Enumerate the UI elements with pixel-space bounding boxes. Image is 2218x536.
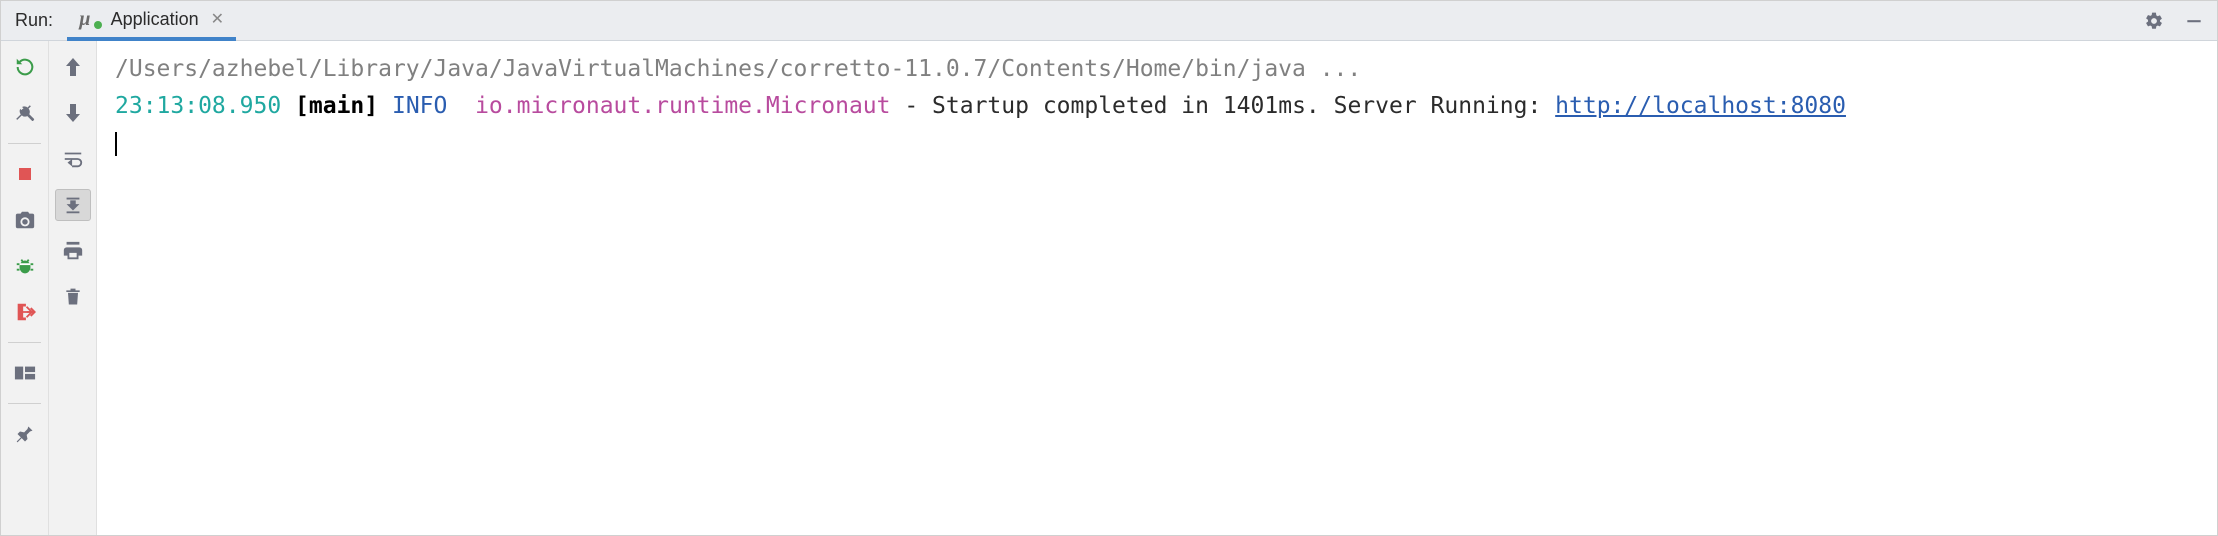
micronaut-icon: µ <box>79 8 91 31</box>
log-level: INFO <box>392 93 447 119</box>
log-sep: - <box>891 93 933 119</box>
down-stack-button[interactable] <box>55 97 91 129</box>
rerun-button[interactable] <box>7 51 43 83</box>
left-toolbar <box>1 41 49 535</box>
scroll-to-end-icon <box>62 194 84 216</box>
log-thread: [main] <box>295 93 378 119</box>
minimize-icon <box>2184 11 2204 31</box>
log-logger: io.micronaut.runtime.Micronaut <box>475 93 890 119</box>
toolbar-separator <box>8 342 41 343</box>
wrench-icon <box>14 102 36 124</box>
rerun-icon <box>14 56 36 78</box>
log-message: Startup completed in 1401ms. Server Runn… <box>932 93 1555 119</box>
tab-application[interactable]: µ Application ✕ <box>67 2 236 41</box>
settings-button[interactable] <box>2141 8 2167 34</box>
layout-button[interactable] <box>7 357 43 389</box>
stop-icon <box>16 165 34 183</box>
close-tab-icon[interactable]: ✕ <box>211 9 224 29</box>
clear-all-button[interactable] <box>55 281 91 313</box>
soft-wrap-icon <box>62 148 84 170</box>
console-output[interactable]: /Users/azhebel/Library/Java/JavaVirtualM… <box>97 41 2217 535</box>
run-header: Run: µ Application ✕ <box>1 1 2217 41</box>
console-toolbar <box>49 41 97 535</box>
wrench-button[interactable] <box>7 97 43 129</box>
pin-button[interactable] <box>7 418 43 450</box>
console-command: /Users/azhebel/Library/Java/JavaVirtualM… <box>115 56 1361 82</box>
up-stack-button[interactable] <box>55 51 91 83</box>
exit-button[interactable] <box>7 296 43 328</box>
print-button[interactable] <box>55 235 91 267</box>
stop-button[interactable] <box>7 158 43 190</box>
attach-debugger-button[interactable] <box>7 250 43 282</box>
hide-button[interactable] <box>2181 8 2207 34</box>
dump-threads-button[interactable] <box>7 204 43 236</box>
header-right-controls <box>2141 8 2207 34</box>
toolbar-separator <box>8 143 41 144</box>
status-dot-icon <box>94 21 102 29</box>
camera-icon <box>14 209 36 231</box>
layout-icon <box>14 364 36 382</box>
text-cursor <box>115 132 117 156</box>
trash-icon <box>63 286 83 308</box>
pin-icon <box>15 424 35 444</box>
tab-title: Application <box>111 9 199 30</box>
scroll-to-end-button[interactable] <box>55 189 91 221</box>
run-body: /Users/azhebel/Library/Java/JavaVirtualM… <box>1 41 2217 535</box>
log-url-link[interactable]: http://localhost:8080 <box>1555 93 1846 119</box>
gear-icon <box>2144 11 2164 31</box>
bug-icon <box>14 255 36 277</box>
arrow-down-icon <box>64 102 82 124</box>
run-label: Run: <box>1 10 67 31</box>
exit-icon <box>14 301 36 323</box>
arrow-up-icon <box>64 56 82 78</box>
toolbar-separator <box>8 403 41 404</box>
log-timestamp: 23:13:08.950 <box>115 93 281 119</box>
print-icon <box>62 240 84 262</box>
run-tool-window: Run: µ Application ✕ <box>0 0 2218 536</box>
soft-wrap-button[interactable] <box>55 143 91 175</box>
